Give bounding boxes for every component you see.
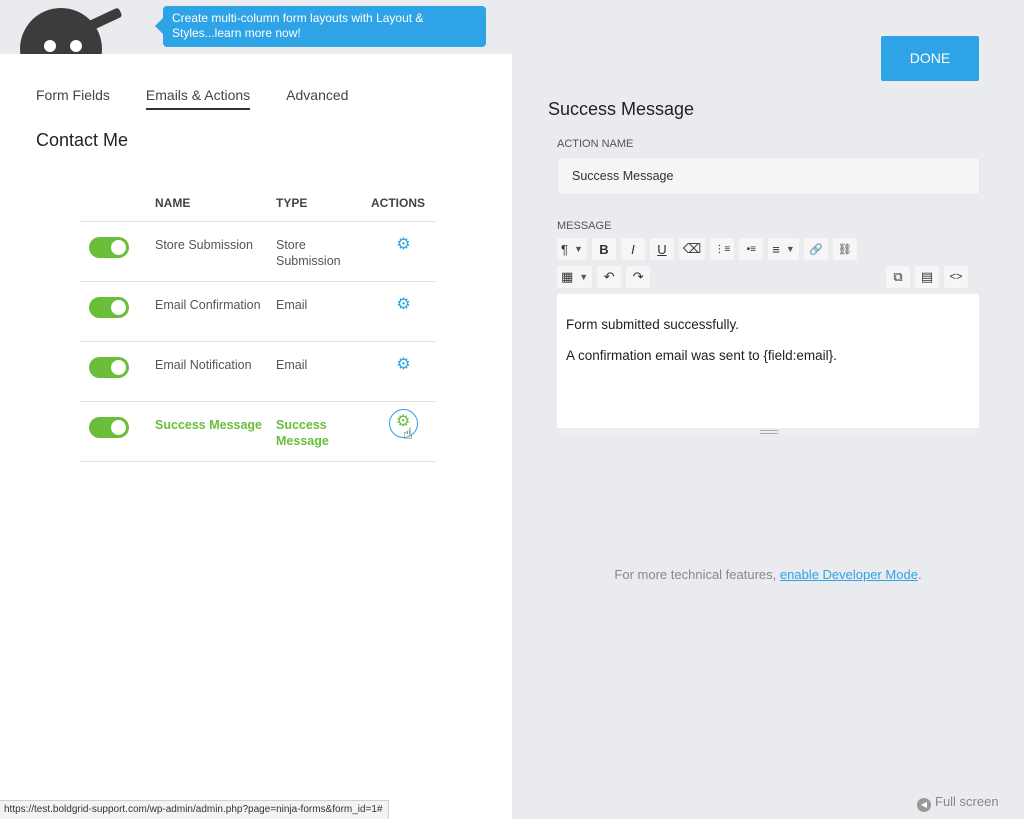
editor-toolbar-row-1: ¶ ▼ B I U ⌫ ⋮≡ •≡ ≡ ▼ 🔗 ⛓ xyxy=(557,238,862,262)
page-icon: ▤ xyxy=(920,269,934,284)
unordered-list-button[interactable]: •≡ xyxy=(739,238,764,260)
table-button[interactable]: ▦ ▼ xyxy=(557,266,593,288)
page-button[interactable]: ▤ xyxy=(915,266,939,288)
table-row-active[interactable]: Success Message Success Message ⚙ ☝ xyxy=(80,400,436,462)
enable-toggle[interactable] xyxy=(89,416,129,438)
align-icon: ≡ xyxy=(772,241,780,257)
undo-button[interactable]: ↶ xyxy=(597,266,622,288)
action-name: Store Submission xyxy=(155,220,276,281)
drawer-title: Success Message xyxy=(548,99,695,119)
enable-toggle[interactable] xyxy=(89,296,129,318)
media-button[interactable]: ⧉ xyxy=(886,266,910,288)
bold-icon: B xyxy=(599,241,609,257)
italic-button[interactable]: I xyxy=(620,238,645,260)
message-label: MESSAGE xyxy=(557,220,612,232)
full-screen-button[interactable]: ◀ Full screen xyxy=(917,794,999,812)
redo-button[interactable]: ↷ xyxy=(626,266,651,288)
eraser-icon: ⌫ xyxy=(682,241,702,256)
redo-icon: ↷ xyxy=(632,269,644,284)
table-icon: ▦ xyxy=(561,269,574,284)
action-name: Success Message xyxy=(155,400,276,462)
column-header-type: TYPE xyxy=(276,195,308,210)
media-icon: ⧉ xyxy=(893,269,903,284)
underline-button[interactable]: U xyxy=(649,238,674,260)
ordered-list-button[interactable]: ⋮≡ xyxy=(710,238,735,260)
developer-mode-note: For more technical features, enable Deve… xyxy=(614,567,922,582)
bold-button[interactable]: B xyxy=(591,238,616,260)
ninja-logo xyxy=(14,6,124,58)
unlink-icon: ⛓ xyxy=(837,243,852,256)
enable-toggle[interactable] xyxy=(89,236,129,258)
italic-icon: I xyxy=(631,241,635,257)
link-icon: 🔗 xyxy=(808,243,823,256)
action-name: Email Confirmation xyxy=(155,280,276,341)
ordered-list-icon: ⋮≡ xyxy=(714,243,731,255)
editor-toolbar-row-2: ▦ ▼ ↶ ↷ xyxy=(557,266,655,290)
underline-icon: U xyxy=(657,241,667,257)
enable-toggle[interactable] xyxy=(89,356,129,378)
enable-developer-mode-link[interactable]: enable Developer Mode xyxy=(780,567,918,582)
table-row[interactable]: Email Notification Email ⚙ xyxy=(80,340,436,401)
editor-toolbar-right: ⧉ ▤ <> xyxy=(886,266,973,288)
action-type: Success Message xyxy=(276,400,371,462)
done-button[interactable]: DONE xyxy=(881,36,979,81)
action-settings-drawer: DONE Success Message ACTION NAME MESSAGE… xyxy=(512,0,1024,819)
undo-icon: ↶ xyxy=(603,269,615,284)
hand-cursor-icon: ☝ xyxy=(403,425,413,443)
action-name-input[interactable] xyxy=(557,157,980,195)
align-button[interactable]: ≡ ▼ xyxy=(768,238,799,260)
gear-button-active[interactable]: ⚙ ☝ xyxy=(389,408,418,442)
status-url: https://test.boldgrid-support.com/wp-adm… xyxy=(0,800,389,819)
action-name-label: ACTION NAME xyxy=(557,138,634,150)
header-bar: Create multi-column form layouts with La… xyxy=(0,0,512,58)
action-type: Email xyxy=(276,340,371,401)
builder-tabs: Form Fields Emails & Actions Advanced xyxy=(36,87,384,110)
clear-format-button[interactable]: ⌫ xyxy=(678,238,706,260)
action-name: Email Notification xyxy=(155,340,276,401)
resize-handle[interactable] xyxy=(760,430,778,434)
action-type: Store Submission xyxy=(276,220,371,281)
form-title: Contact Me xyxy=(36,130,129,150)
gear-icon[interactable]: ⚙ xyxy=(396,236,410,253)
message-editor[interactable]: Form submitted successfully. A confirmat… xyxy=(557,294,979,435)
action-type: Email xyxy=(276,280,371,341)
gear-icon[interactable]: ⚙ xyxy=(396,356,410,373)
paragraph-icon: ¶ xyxy=(561,241,568,257)
form-builder-panel: Form Fields Emails & Actions Advanced Co… xyxy=(0,54,512,819)
gear-icon[interactable]: ⚙ xyxy=(396,296,410,313)
promo-tooltip[interactable]: Create multi-column form layouts with La… xyxy=(155,6,486,47)
tab-emails-actions[interactable]: Emails & Actions xyxy=(145,87,251,110)
code-view-button[interactable]: <> xyxy=(944,266,968,288)
link-button[interactable]: 🔗 xyxy=(803,238,828,260)
paragraph-style-button[interactable]: ¶ ▼ xyxy=(557,238,587,260)
table-row[interactable]: Store Submission Store Submission ⚙ xyxy=(80,220,436,281)
code-icon: <> xyxy=(949,271,963,283)
tab-form-fields[interactable]: Form Fields xyxy=(36,87,110,110)
message-line: A confirmation email was sent to {field:… xyxy=(566,348,837,363)
column-header-actions: ACTIONS xyxy=(371,195,425,210)
message-line: Form submitted successfully. xyxy=(566,317,740,332)
tab-advanced[interactable]: Advanced xyxy=(286,87,348,110)
back-arrow-icon: ◀ xyxy=(917,798,931,812)
unordered-list-icon: •≡ xyxy=(746,243,756,255)
actions-table: NAME TYPE ACTIONS Store Submission Store… xyxy=(80,185,436,462)
column-header-name: NAME xyxy=(155,195,191,210)
table-row[interactable]: Email Confirmation Email ⚙ xyxy=(80,280,436,341)
unlink-button[interactable]: ⛓ xyxy=(832,238,857,260)
